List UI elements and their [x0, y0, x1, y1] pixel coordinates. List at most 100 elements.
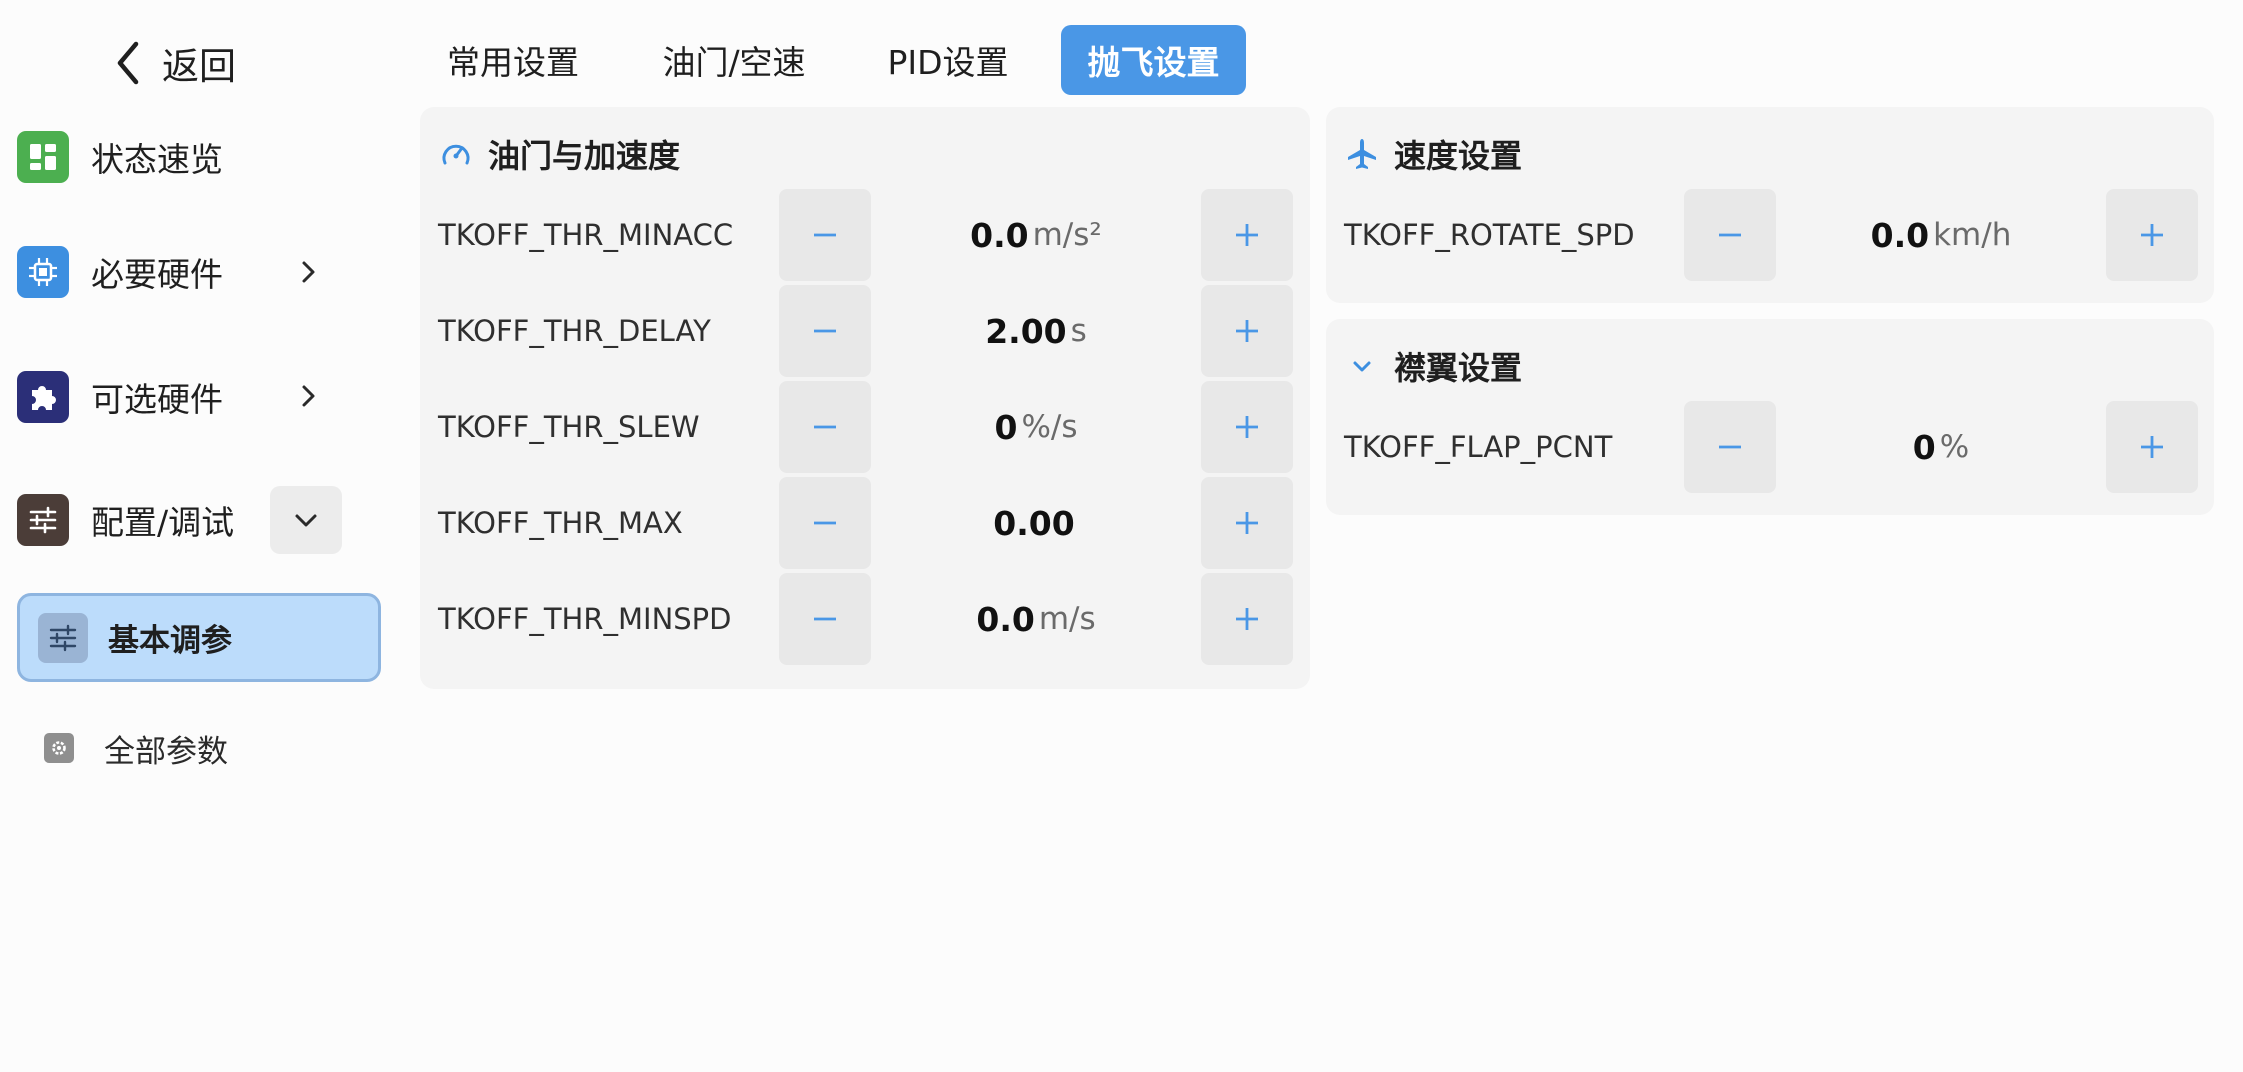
param-name: TKOFF_FLAP_PCNT [1344, 430, 1613, 464]
sidebar-subitem-label: 全部参数 [104, 733, 228, 770]
param-value: 0.0 km/h [1776, 189, 2106, 281]
value-unit: m/s [1038, 601, 1096, 637]
value-unit: km/h [1933, 217, 2012, 253]
chevron-left-icon [117, 41, 139, 85]
sidebar-subitem-all-params[interactable]: 全部参数 [44, 722, 228, 774]
minus-icon [1719, 233, 1741, 237]
param-row: TKOFF_THR_SLEW 0 %/s [420, 381, 1310, 473]
gear-icon [44, 733, 74, 763]
decrement-button[interactable] [779, 573, 871, 665]
airplane-icon [1348, 139, 1376, 169]
plus-icon [1236, 608, 1258, 630]
param-name: TKOFF_THR_MINSPD [438, 602, 732, 636]
sidebar-subitem-label: 基本调参 [108, 623, 232, 659]
puzzle-icon [17, 371, 69, 423]
panel-header: 速度设置 [1344, 129, 1522, 179]
decrement-button[interactable] [779, 381, 871, 473]
minus-icon [1719, 445, 1741, 449]
increment-button[interactable] [1201, 189, 1293, 281]
sliders-icon [17, 494, 69, 546]
decrement-button[interactable] [779, 285, 871, 377]
sidebar-item-label: 可选硬件 [91, 380, 223, 419]
value-number: 0 [1912, 427, 1936, 467]
param-value: 2.00 s [871, 285, 1201, 377]
minus-icon [814, 233, 836, 237]
increment-button[interactable] [1201, 381, 1293, 473]
param-row: TKOFF_ROTATE_SPD 0.0 km/h [1326, 189, 2214, 281]
param-name: TKOFF_THR_DELAY [438, 314, 711, 348]
value-unit: s [1070, 313, 1087, 349]
chevron-down-icon [295, 514, 317, 527]
value-number: 0 [994, 407, 1018, 447]
param-name: TKOFF_ROTATE_SPD [1344, 218, 1635, 252]
sidebar-item-required-hardware[interactable]: 必要硬件 [17, 246, 223, 298]
back-button[interactable]: 返回 [112, 30, 236, 96]
minus-icon [814, 329, 836, 333]
param-row: TKOFF_THR_MINACC 0.0 m/s² [420, 189, 1310, 281]
sidebar-subitem-basic-tuning[interactable]: 基本调参 [17, 593, 381, 682]
value-number: 2.00 [985, 311, 1067, 351]
decrement-button[interactable] [1684, 401, 1776, 493]
sidebar-item-config[interactable]: 配置/调试 [17, 494, 234, 546]
sidebar-item-label: 配置/调试 [91, 503, 235, 542]
minus-icon [814, 617, 836, 621]
plus-icon [2141, 436, 2163, 458]
decrement-button[interactable] [779, 189, 871, 281]
param-value: 0.00 [871, 477, 1201, 569]
decrement-button[interactable] [779, 477, 871, 569]
panel-title: 襟翼设置 [1394, 349, 1523, 387]
plus-icon [1236, 416, 1258, 438]
param-value: 0% [1776, 401, 2106, 493]
chevron-down-icon [1353, 361, 1371, 372]
tab-common[interactable]: 常用设置 [428, 25, 598, 95]
param-value: 0 %/s [871, 381, 1201, 473]
chevron-right-icon[interactable] [295, 259, 321, 285]
panel-title: 油门与加速度 [488, 137, 681, 175]
tab-throttle-airspeed[interactable]: 油门/空速 [644, 25, 824, 95]
param-row: TKOFF_THR_DELAY 2.00 s [420, 285, 1310, 377]
param-name: TKOFF_THR_MAX [438, 506, 683, 540]
tab-pid[interactable]: PID设置 [868, 25, 1028, 95]
increment-button[interactable] [1201, 477, 1293, 569]
decrement-button[interactable] [1684, 189, 1776, 281]
param-name: TKOFF_THR_SLEW [438, 410, 700, 444]
chip-icon [17, 246, 69, 298]
panel-header: 油门与加速度 [438, 129, 680, 179]
plus-icon [1236, 512, 1258, 534]
sidebar-item-optional-hardware[interactable]: 可选硬件 [17, 371, 223, 423]
speedometer-icon [442, 144, 470, 165]
plus-icon [1236, 224, 1258, 246]
value-unit: % [1939, 429, 1970, 465]
sidebar-item-label: 必要硬件 [91, 255, 223, 294]
increment-button[interactable] [2106, 401, 2198, 493]
tune-icon [38, 612, 88, 663]
increment-button[interactable] [1201, 285, 1293, 377]
flap-panel: 襟翼设置 TKOFF_FLAP_PCNT 0% [1326, 319, 2214, 515]
speed-panel: 速度设置 TKOFF_ROTATE_SPD 0.0 km/h [1326, 107, 2214, 303]
param-row: TKOFF_FLAP_PCNT 0% [1326, 401, 2214, 493]
back-label: 返回 [162, 45, 236, 88]
sidebar-item-status[interactable]: 状态速览 [17, 131, 223, 183]
tab-hand-launch[interactable]: 抛飞设置 [1061, 25, 1246, 95]
value-unit: %/s [1021, 409, 1078, 445]
dashboard-icon [17, 131, 69, 183]
param-row: TKOFF_THR_MINSPD 0.0 m/s [420, 573, 1310, 665]
increment-button[interactable] [1201, 573, 1293, 665]
value-unit: m/s² [1032, 217, 1102, 253]
collapse-toggle-button[interactable] [270, 486, 342, 554]
minus-icon [814, 425, 836, 429]
panel-header[interactable]: 襟翼设置 [1344, 341, 1522, 391]
chevron-right-icon[interactable] [295, 383, 321, 409]
plus-icon [2141, 224, 2163, 246]
value-number: 0.0 [976, 599, 1035, 639]
param-row: TKOFF_THR_MAX 0.00 [420, 477, 1310, 569]
app-root: 返回 状态速览 必要硬件 可选硬件 配置/调试 基本调参 全部参数 常用设置 油… [0, 0, 2243, 1072]
sidebar-item-label: 状态速览 [91, 140, 223, 179]
param-value: 0.0 m/s [871, 573, 1201, 665]
value-number: 0.00 [993, 503, 1075, 543]
increment-button[interactable] [2106, 189, 2198, 281]
panel-title: 速度设置 [1394, 137, 1523, 175]
value-number: 0.0 [1870, 215, 1930, 255]
minus-icon [814, 521, 836, 525]
plus-icon [1236, 320, 1258, 342]
